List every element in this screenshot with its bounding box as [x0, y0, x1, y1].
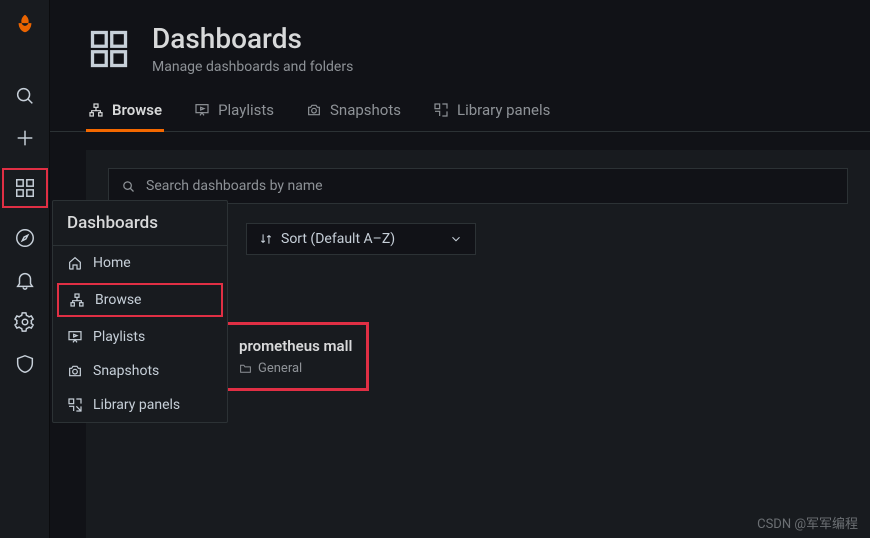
page-title: Dashboards	[152, 22, 353, 55]
presentation-icon	[194, 102, 210, 118]
sort-select[interactable]: Sort (Default A–Z)	[246, 223, 476, 255]
library-panel-icon	[433, 102, 449, 118]
tab-playlists[interactable]: Playlists	[192, 91, 276, 132]
sidebar-item-snapshots[interactable]: Snapshots	[53, 354, 227, 388]
dashboard-card[interactable]: prometheus mall General	[222, 322, 369, 391]
search-placeholder: Search dashboards by name	[146, 178, 835, 194]
nav-dashboards-icon[interactable]	[2, 168, 48, 208]
search-input[interactable]: Search dashboards by name	[108, 168, 848, 204]
dashboard-folder-crumb: General	[239, 361, 352, 376]
sidebar-item-label: Playlists	[93, 329, 145, 345]
tab-label: Browse	[112, 101, 162, 119]
sidebar-item-label: Snapshots	[93, 363, 159, 379]
camera-icon	[306, 102, 322, 118]
shield-icon[interactable]	[13, 352, 37, 376]
sidebar-item-label: Home	[93, 255, 131, 271]
folder-icon	[239, 362, 252, 375]
submenu-heading: Dashboards	[53, 201, 227, 246]
sidebar-item-label: Browse	[95, 292, 141, 308]
presentation-icon	[67, 329, 83, 345]
tab-label: Library panels	[457, 101, 550, 119]
search-icon[interactable]	[13, 84, 37, 108]
page-header: Dashboards Manage dashboards and folders	[50, 22, 870, 91]
sort-label: Sort (Default A–Z)	[281, 231, 395, 247]
tab-browse[interactable]: Browse	[86, 91, 164, 132]
home-icon	[67, 255, 83, 271]
search-icon	[121, 179, 136, 194]
sitemap-icon	[88, 102, 104, 118]
sidebar-item-home[interactable]: Home	[53, 246, 227, 280]
plus-icon[interactable]	[13, 126, 37, 150]
gear-icon[interactable]	[13, 310, 37, 334]
library-panel-icon	[67, 397, 83, 413]
dashboards-submenu: Dashboards Home Browse Playlists Snapsho…	[52, 200, 228, 423]
chevron-down-icon	[449, 232, 463, 246]
dashboard-title: prometheus mall	[239, 337, 352, 355]
sidebar-item-browse[interactable]: Browse	[57, 283, 223, 317]
tab-label: Playlists	[218, 101, 274, 119]
sitemap-icon	[69, 292, 85, 308]
tab-library-panels[interactable]: Library panels	[431, 91, 552, 132]
camera-icon	[67, 363, 83, 379]
explore-icon[interactable]	[13, 226, 37, 250]
nav-rail	[0, 0, 50, 538]
dashboards-icon	[86, 26, 132, 72]
alert-bell-icon[interactable]	[13, 268, 37, 292]
tab-snapshots[interactable]: Snapshots	[304, 91, 403, 132]
sidebar-item-library-panels[interactable]: Library panels	[53, 388, 227, 422]
sidebar-item-playlists[interactable]: Playlists	[53, 320, 227, 354]
sort-icon	[259, 232, 273, 246]
grafana-logo-icon[interactable]	[13, 12, 37, 36]
tab-label: Snapshots	[330, 101, 401, 119]
tabs: Browse Playlists Snapshots Library panel…	[50, 91, 870, 132]
sidebar-item-label: Library panels	[93, 397, 180, 413]
page-subtitle: Manage dashboards and folders	[152, 59, 353, 75]
